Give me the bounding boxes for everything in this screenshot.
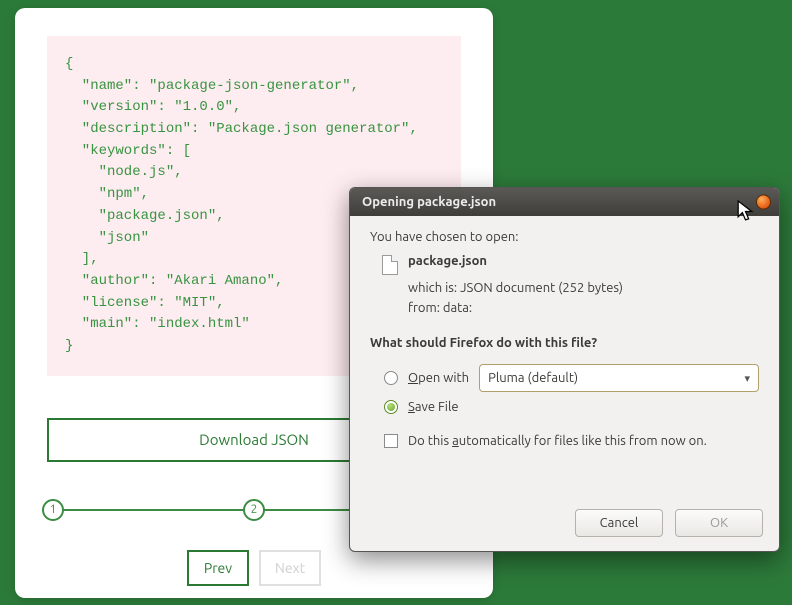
radio-open-with[interactable] <box>384 371 398 385</box>
dialog-title: Opening package.json <box>362 195 496 209</box>
file-icon <box>382 255 398 275</box>
from-value: data: <box>443 301 472 315</box>
file-name: package.json <box>408 254 487 268</box>
radio-save-file[interactable] <box>384 400 398 414</box>
file-meta: which is: JSON document (252 bytes) from… <box>370 279 759 318</box>
auto-row[interactable]: Do this automatically for files like thi… <box>370 418 759 448</box>
open-with-label: Open with <box>408 371 469 385</box>
close-icon[interactable] <box>756 195 771 210</box>
save-file-label: Save File <box>408 400 459 414</box>
dialog-body: You have chosen to open: package.json wh… <box>350 216 779 448</box>
dialog-button-row: Cancel OK <box>575 509 763 537</box>
next-button: Next <box>259 550 321 586</box>
step-2[interactable]: 2 <box>243 499 265 521</box>
download-dialog: Opening package.json You have chosen to … <box>349 187 780 552</box>
auto-checkbox[interactable] <box>384 434 398 448</box>
chevron-down-icon: ▾ <box>744 372 750 385</box>
file-row: package.json <box>370 254 759 275</box>
save-file-option[interactable]: Save File <box>370 396 759 418</box>
dialog-intro: You have chosen to open: <box>370 230 759 244</box>
auto-label: Do this automatically for files like thi… <box>408 434 707 448</box>
which-is-label: which is: <box>408 281 457 295</box>
from-label: from: <box>408 301 440 315</box>
which-is-value: JSON document (252 bytes) <box>460 281 623 295</box>
dialog-titlebar[interactable]: Opening package.json <box>350 188 779 216</box>
open-with-option[interactable]: Open with Pluma (default) ▾ <box>370 360 759 396</box>
nav-buttons: Prev Next <box>47 550 461 586</box>
open-with-app: Pluma (default) <box>488 371 578 385</box>
prev-button[interactable]: Prev <box>187 550 249 586</box>
step-1[interactable]: 1 <box>42 499 64 521</box>
open-with-select[interactable]: Pluma (default) ▾ <box>479 364 759 392</box>
dialog-question: What should Firefox do with this file? <box>370 336 759 350</box>
ok-button[interactable]: OK <box>675 509 763 537</box>
cancel-button[interactable]: Cancel <box>575 509 663 537</box>
